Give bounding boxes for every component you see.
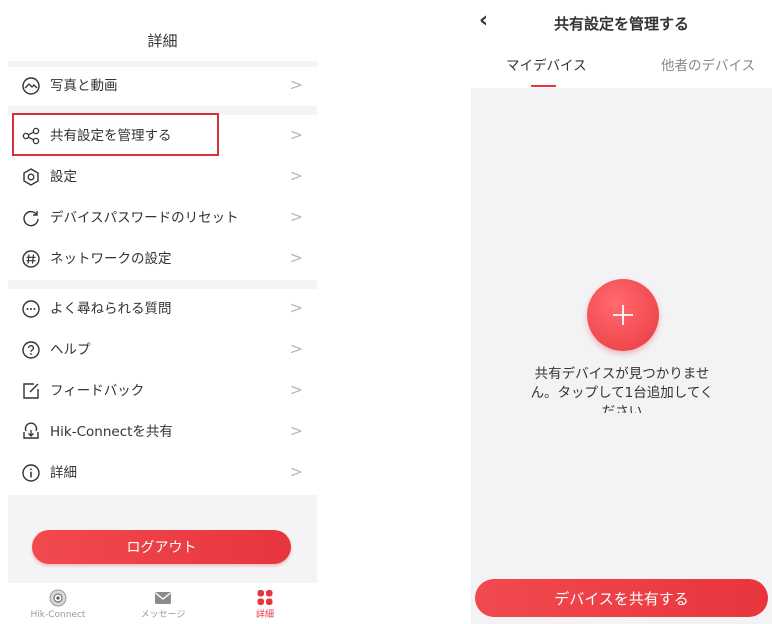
chevron-right-icon: > — [289, 207, 303, 226]
tab-messages[interactable]: メッセージ — [113, 583, 213, 624]
menu-item-faq[interactable]: よく尋ねられる質問 > — [8, 289, 317, 329]
share-device-button[interactable]: デバイスを共有する — [475, 579, 768, 617]
tab-my-devices[interactable]: マイデバイス — [506, 58, 587, 74]
network-hash-icon — [21, 249, 41, 269]
tab-others-devices[interactable]: 他者のデバイス — [661, 58, 755, 74]
bottom-tab-bar: Hik-Connect メッセージ 詳細 — [8, 583, 317, 624]
chevron-right-icon: > — [289, 298, 303, 317]
menu-item-help[interactable]: ヘルプ > — [8, 330, 317, 370]
menu-item-network-settings[interactable]: ネットワークの設定 > — [8, 239, 317, 279]
chevron-right-icon: > — [289, 166, 303, 185]
help-question-icon — [21, 340, 41, 360]
chevron-right-icon: > — [289, 75, 303, 94]
chevron-right-icon: > — [289, 421, 303, 440]
page-title: 詳細 — [147, 32, 178, 50]
tab-label: メッセージ — [140, 610, 186, 620]
menu-item-label: ネットワークの設定 — [50, 251, 172, 267]
more-grid-icon — [255, 589, 275, 607]
reset-refresh-icon — [21, 208, 41, 228]
photo-video-icon — [21, 76, 41, 96]
active-tab-indicator — [531, 85, 556, 87]
menu-item-label: フィードバック — [50, 383, 145, 399]
more-settings-screen: 詳細 写真と動画 > 共有設定を管理する > 設定 > デバイスパスワードのリセ… — [8, 0, 317, 624]
manage-sharing-screen: ‹ 共有設定を管理する マイデバイス 他者のデバイス 共有デバイスが見つかりませ… — [471, 0, 772, 624]
menu-item-share-app[interactable]: Hik-Connectを共有 > — [8, 412, 317, 452]
add-device-button[interactable] — [587, 279, 659, 351]
menu-item-label: Hik-Connectを共有 — [50, 424, 173, 440]
menu-item-photos-videos[interactable]: 写真と動画 > — [8, 66, 317, 106]
info-icon — [21, 463, 41, 483]
chevron-right-icon: > — [289, 462, 303, 481]
menu-item-label: よく尋ねられる質問 — [50, 301, 172, 317]
feedback-edit-icon — [21, 381, 41, 401]
plus-icon — [613, 305, 633, 325]
menu-item-label: 写真と動画 — [50, 78, 118, 94]
highlight-annotation-box — [12, 113, 219, 156]
empty-state-area — [471, 88, 772, 624]
menu-item-label: 設定 — [50, 169, 77, 185]
chevron-right-icon: > — [289, 248, 303, 267]
tab-more[interactable]: 詳細 — [215, 583, 315, 624]
chevron-right-icon: > — [289, 339, 303, 358]
message-envelope-icon — [153, 589, 173, 607]
tab-label: Hik-Connect — [30, 610, 86, 620]
menu-item-label: 詳細 — [50, 465, 77, 481]
chevron-right-icon: > — [289, 380, 303, 399]
menu-item-settings[interactable]: 設定 > — [8, 157, 317, 197]
chat-bubble-icon — [21, 299, 41, 319]
section-divider — [8, 280, 317, 289]
hik-connect-icon — [48, 589, 68, 607]
tab-label: 詳細 — [255, 610, 274, 620]
hexagon-settings-icon — [21, 167, 41, 187]
logout-button[interactable]: ログアウト — [32, 530, 291, 564]
chevron-right-icon: > — [289, 125, 303, 144]
menu-item-feedback[interactable]: フィードバック > — [8, 371, 317, 411]
page-title: 共有設定を管理する — [553, 15, 689, 33]
share-upload-icon — [21, 422, 41, 442]
menu-item-label: デバイスパスワードのリセット — [50, 210, 239, 226]
menu-item-password-reset[interactable]: デバイスパスワードのリセット > — [8, 198, 317, 238]
tab-hik-connect[interactable]: Hik-Connect — [8, 583, 108, 624]
menu-item-label: ヘルプ — [50, 342, 91, 358]
menu-item-about[interactable]: 詳細 > — [8, 453, 317, 493]
empty-state-message: 共有デバイスが見つかりません。タップして1台追加してください — [530, 366, 714, 413]
